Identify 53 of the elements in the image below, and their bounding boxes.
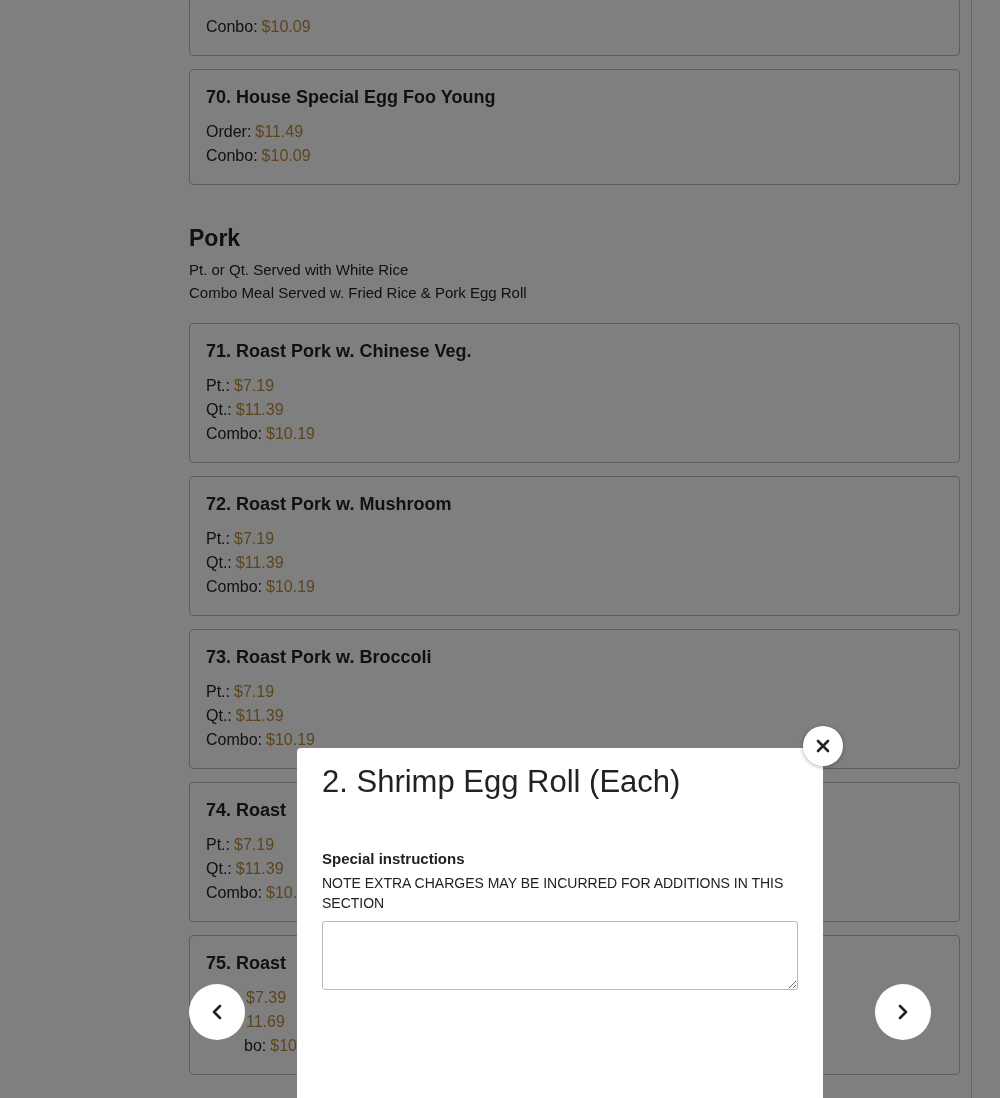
price-label: Qt.: — [206, 400, 232, 420]
price-label: Combo: — [206, 883, 263, 903]
price-label: Pt.: — [206, 835, 230, 855]
price-label: Pt.: — [206, 682, 230, 702]
price-label: Combo: — [206, 730, 263, 750]
price-value: $7.19 — [234, 682, 275, 702]
menu-item-card[interactable]: 71. Roast Pork w. Chinese Veg. Pt.: $7.19 Qt.: $11.39 Combo: $10.19 — [189, 323, 960, 463]
price-value: $10.19 — [266, 577, 315, 597]
price-value: $7.19 — [234, 376, 275, 396]
instructions-note: NOTE EXTRA CHARGES MAY BE INCURRED FOR ADDITIONS IN THIS SECTION — [322, 874, 785, 913]
price-value: $10.19 — [266, 424, 315, 444]
price-label: Combo: — [206, 424, 263, 444]
price-label: Conbo: — [206, 146, 258, 166]
item-name: 74. Roast — [206, 799, 287, 821]
section-note: Combo Meal Served w. Fried Rice & Pork Egg Roll — [189, 283, 528, 303]
price-value: $10.09 — [261, 146, 311, 166]
price-value: $11.39 — [235, 553, 284, 573]
item-name: 75. Roast — [206, 952, 287, 974]
price-value: $10. — [266, 883, 298, 903]
section-heading: Pork — [189, 225, 242, 252]
price-value: $7.19 — [234, 529, 275, 549]
chevron-right-icon — [898, 1004, 908, 1020]
menu-item-card[interactable]: Conbo: $10.09 — [189, 0, 960, 56]
price-value: 11.69 — [246, 1012, 285, 1032]
price-label: Qt.: — [206, 553, 232, 573]
price-label: Qt.: — [206, 706, 232, 726]
price-label: bo: — [244, 1036, 267, 1056]
item-name: 70. House Special Egg Foo Young — [206, 86, 496, 108]
price-label: Qt.: — [206, 859, 232, 879]
section-note: Pt. or Qt. Served with White Rice — [189, 260, 410, 280]
chevron-left-icon — [212, 1004, 222, 1020]
item-name: 71. Roast Pork w. Chinese Veg. — [206, 340, 472, 362]
price-label: Pt.: — [206, 376, 230, 396]
price-label: Pt.: — [206, 529, 230, 549]
price-label: Order: — [206, 122, 252, 142]
item-name: 72. Roast Pork w. Mushroom — [206, 493, 452, 515]
close-icon — [816, 739, 830, 753]
instructions-field[interactable] — [322, 921, 798, 990]
menu-item-card[interactable]: 70. House Special Egg Foo Young Order: $11.49 Conbo: $10.09 — [189, 69, 960, 185]
price-value: $7.19 — [234, 835, 275, 855]
price-value: $7.39 — [246, 988, 287, 1008]
price-value: $10. — [270, 1036, 302, 1056]
menu-item-card[interactable]: 72. Roast Pork w. Mushroom Pt.: $7.19 Qt.: $11.39 Combo: $10.19 — [189, 476, 960, 616]
price-label: Conbo: — [206, 17, 258, 37]
item-name: 73. Roast Pork w. Broccoli — [206, 646, 432, 668]
price-value: $11.49 — [255, 122, 304, 142]
price-value: $11.39 — [235, 859, 284, 879]
price-value: $11.39 — [235, 400, 284, 420]
price-label: Combo: — [206, 577, 263, 597]
price-value: $10.19 — [266, 730, 315, 750]
price-value: $10.09 — [261, 17, 311, 37]
price-value: $11.39 — [235, 706, 284, 726]
instructions-label: Special instructions — [322, 850, 466, 867]
